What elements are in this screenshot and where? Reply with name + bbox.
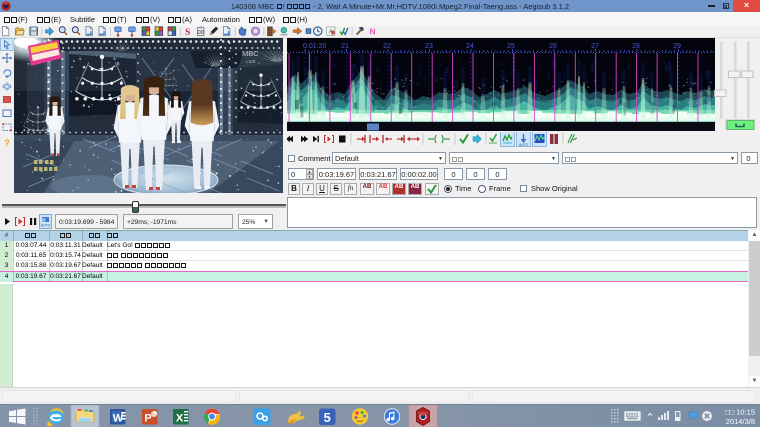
svg-text:P: P (144, 413, 151, 425)
svg-text:00: 00 (198, 30, 204, 36)
svg-text:21: 21 (341, 43, 349, 50)
svg-text:25: 25 (507, 43, 515, 50)
svg-text:X: X (176, 413, 184, 425)
svg-text:5: 5 (324, 410, 331, 425)
svg-text:29: 29 (673, 43, 681, 50)
svg-text:24: 24 (466, 43, 474, 50)
svg-text:22: 22 (383, 43, 391, 50)
svg-text:27: 27 (591, 43, 599, 50)
svg-text:23: 23 (425, 43, 433, 50)
svg-text:□□ 10:15: □□ 10:15 (725, 408, 755, 417)
svg-text:S: S (185, 28, 190, 38)
svg-text:26: 26 (549, 43, 557, 50)
svg-text:2014/3/8: 2014/3/8 (726, 417, 755, 426)
svg-text:28: 28 (632, 43, 640, 50)
svg-text:LIVE: LIVE (246, 59, 256, 64)
svg-text:MBC: MBC (242, 49, 259, 58)
svg-text:0:01:20: 0:01:20 (303, 43, 326, 50)
svg-text:N: N (370, 26, 376, 36)
